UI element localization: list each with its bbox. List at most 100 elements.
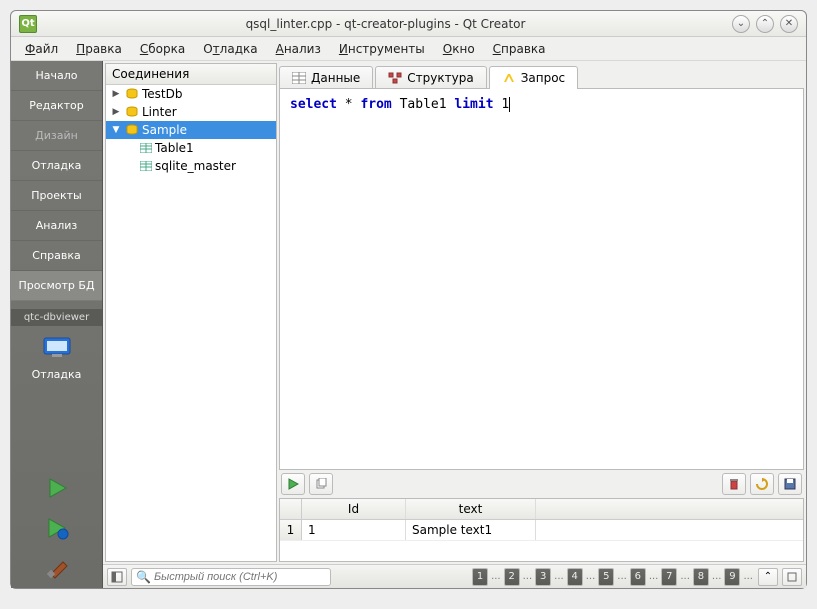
mode-projects[interactable]: Проекты — [11, 181, 102, 211]
menu-file[interactable]: ФайлФайлdocument.currentScript.previousE… — [17, 39, 66, 59]
output-pane-1[interactable]: 1 — [472, 568, 488, 586]
maximize-button[interactable]: ⌃ — [756, 15, 774, 33]
menu-analysis[interactable]: АнализАнализ — [268, 39, 329, 59]
output-pane-6[interactable]: 6 — [630, 568, 646, 586]
tree-item-label: Sample — [142, 123, 187, 137]
output-pane-9[interactable]: 9 — [724, 568, 740, 586]
database-icon — [125, 88, 139, 100]
mode-start[interactable]: Начало — [11, 61, 102, 91]
mode-dbview[interactable]: Просмотр БД — [11, 271, 102, 301]
row-number-header — [280, 499, 302, 519]
delete-button[interactable] — [722, 473, 746, 495]
quick-search[interactable]: 🔍 — [131, 568, 331, 586]
menubar: ФайлФайлdocument.currentScript.previousE… — [11, 37, 806, 61]
build-button[interactable] — [11, 548, 102, 588]
mode-design: Дизайн — [11, 121, 102, 151]
menu-tools[interactable]: ИнструментыИнструменты — [331, 39, 433, 59]
content-tabstrip: Данные Структура Запрос — [279, 63, 804, 89]
output-pane-ellipsis: ... — [679, 571, 691, 582]
output-pane-4[interactable]: 4 — [567, 568, 583, 586]
cell-text[interactable]: Sample text1 — [406, 520, 536, 540]
tab-query-label: Запрос — [521, 71, 565, 85]
kit-label: qtc-dbviewer — [11, 309, 102, 326]
menu-build[interactable]: СборкаСборка — [132, 39, 193, 59]
output-pane-2[interactable]: 2 — [504, 568, 520, 586]
output-pane-ellipsis: ... — [616, 571, 628, 582]
column-id[interactable]: Id — [302, 499, 406, 519]
connections-tree[interactable]: ▶ TestDb ▶ Linter ▼ Sample Table1 sqlite_master — [106, 85, 276, 561]
search-input[interactable] — [154, 571, 326, 583]
tree-table-item[interactable]: sqlite_master — [106, 157, 276, 175]
expand-arrow-icon[interactable]: ▶ — [110, 89, 122, 99]
output-pane-ellipsis: ... — [553, 571, 565, 582]
tree-db-item[interactable]: ▶ Linter — [106, 103, 276, 121]
menu-help[interactable]: СправкаСправка — [485, 39, 554, 59]
execute-button[interactable] — [281, 473, 305, 495]
expand-arrow-icon[interactable]: ▶ — [110, 107, 122, 117]
row-number: 1 — [280, 520, 302, 540]
search-icon: 🔍 — [136, 570, 151, 584]
mode-analysis[interactable]: Анализ — [11, 211, 102, 241]
output-pane-3[interactable]: 3 — [535, 568, 551, 586]
minimize-button[interactable]: ⌄ — [732, 15, 750, 33]
kit-selector-icon[interactable] — [11, 326, 102, 368]
table-row[interactable]: 1 1 Sample text1 — [280, 520, 803, 541]
output-pane-ellipsis: ... — [490, 571, 502, 582]
tab-structure[interactable]: Структура — [375, 66, 486, 89]
structure-icon — [388, 72, 402, 84]
database-icon — [125, 124, 139, 136]
sql-editor[interactable]: select * from Table1 limit 1 — [279, 88, 804, 470]
menu-window[interactable]: ОкноОкно — [435, 39, 483, 59]
table-icon — [140, 143, 152, 153]
database-icon — [125, 106, 139, 118]
tab-data[interactable]: Данные — [279, 66, 373, 89]
cell-id[interactable]: 1 — [302, 520, 406, 540]
output-close-button[interactable] — [782, 568, 802, 586]
query-icon — [502, 72, 516, 84]
app-icon: Qt — [19, 15, 37, 33]
menu-edit[interactable]: ПравкаПравка — [68, 39, 130, 59]
output-pane-ellipsis: ... — [585, 571, 597, 582]
output-pane-7[interactable]: 7 — [661, 568, 677, 586]
mode-help[interactable]: Справка — [11, 241, 102, 271]
output-pane-ellipsis: ... — [711, 571, 723, 582]
mode-editor[interactable]: Редактор — [11, 91, 102, 121]
refresh-button[interactable] — [750, 473, 774, 495]
save-button[interactable] — [778, 473, 802, 495]
connections-header: Соединения — [106, 64, 276, 85]
tree-item-label: TestDb — [142, 87, 183, 101]
expand-arrow-icon[interactable]: ▼ — [110, 125, 122, 135]
menu-debug[interactable]: ОтладкаОтладка — [195, 39, 265, 59]
tree-db-item[interactable]: ▼ Sample — [106, 121, 276, 139]
output-pane-8[interactable]: 8 — [693, 568, 709, 586]
tree-item-label: sqlite_master — [155, 159, 236, 173]
tree-db-item[interactable]: ▶ TestDb — [106, 85, 276, 103]
output-pane-ellipsis: ... — [742, 571, 754, 582]
output-pane-5[interactable]: 5 — [598, 568, 614, 586]
close-button[interactable]: ✕ — [780, 15, 798, 33]
tree-item-label: Table1 — [155, 141, 194, 155]
table-icon — [140, 161, 152, 171]
result-table[interactable]: Id text 1 1 Sample text1 — [279, 498, 804, 562]
statusbar: 🔍 1...2...3...4...5...6...7...8...9... ⌃ — [103, 564, 806, 588]
tab-data-label: Данные — [311, 71, 360, 85]
tab-query[interactable]: Запрос — [489, 66, 578, 89]
output-pane-ellipsis: ... — [522, 571, 534, 582]
tree-table-item[interactable]: Table1 — [106, 139, 276, 157]
mode-debug[interactable]: Отладка — [11, 151, 102, 181]
copy-button[interactable] — [309, 473, 333, 495]
toggle-sidebar-button[interactable] — [107, 568, 127, 586]
debug-run-button[interactable] — [11, 508, 102, 548]
column-text[interactable]: text — [406, 499, 536, 519]
tab-structure-label: Структура — [407, 71, 473, 85]
window-title: qsql_linter.cpp - qt-creator-plugins - Q… — [45, 17, 726, 31]
mode-sidebar: Начало Редактор Дизайн Отладка Проекты А… — [11, 61, 103, 588]
kit-debug-label: Отладка — [11, 368, 102, 389]
tree-item-label: Linter — [142, 105, 177, 119]
query-toolbar — [279, 470, 804, 498]
connections-panel: Соединения ▶ TestDb ▶ Linter ▼ Sample Table1 sq… — [105, 63, 277, 562]
titlebar: Qt qsql_linter.cpp - qt-creator-plugins … — [11, 11, 806, 37]
output-toggle-button[interactable]: ⌃ — [758, 568, 778, 586]
run-button[interactable] — [11, 468, 102, 508]
result-header: Id text — [280, 499, 803, 520]
